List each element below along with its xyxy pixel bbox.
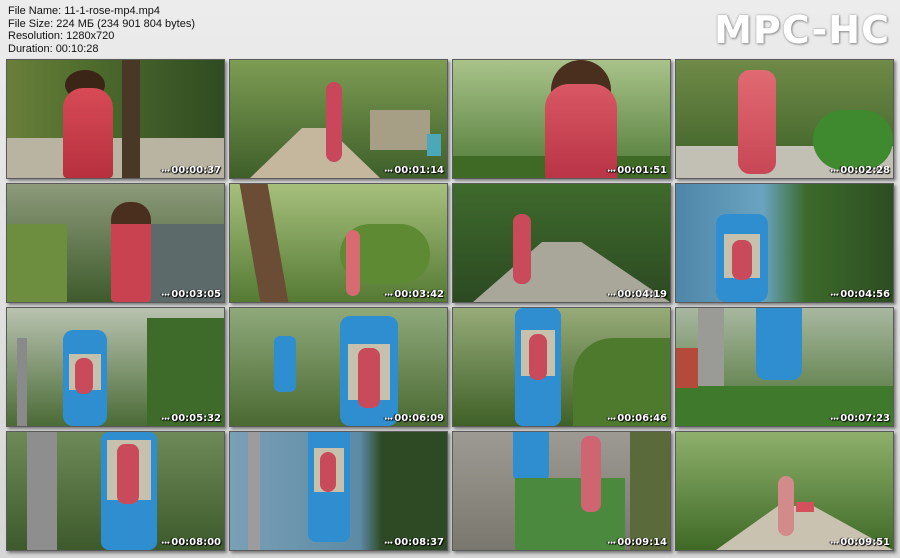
thumbnail[interactable]: 00:07:23 bbox=[675, 307, 894, 427]
file-size: File Size: 224 МБ (234 901 804 bytes) bbox=[8, 17, 195, 30]
video-frame bbox=[676, 308, 893, 426]
duration: Duration: 00:10:28 bbox=[8, 42, 99, 55]
timestamp: 00:00:37 bbox=[161, 165, 221, 176]
thumbnail[interactable]: 00:09:14 bbox=[452, 431, 671, 551]
timestamp: 00:01:51 bbox=[607, 165, 667, 176]
video-frame bbox=[7, 184, 224, 302]
thumbnail[interactable]: 00:09:51 bbox=[675, 431, 894, 551]
thumbnail[interactable]: 00:05:32 bbox=[6, 307, 225, 427]
mpc-hc-logo: MPC-HC bbox=[714, 8, 890, 52]
video-frame bbox=[230, 308, 447, 426]
timestamp: 00:09:51 bbox=[830, 537, 890, 548]
video-frame bbox=[676, 184, 893, 302]
video-frame bbox=[7, 432, 224, 550]
file-info: File Name: 11-1-rose-mp4.mp4 File Size: … bbox=[8, 5, 195, 55]
timestamp: 00:07:23 bbox=[830, 413, 890, 424]
thumbnail[interactable]: 00:01:51 bbox=[452, 59, 671, 179]
thumbnail[interactable]: 00:04:56 bbox=[675, 183, 894, 303]
video-frame bbox=[453, 60, 670, 178]
video-frame bbox=[676, 432, 893, 550]
thumbnail[interactable]: 00:03:05 bbox=[6, 183, 225, 303]
video-frame bbox=[453, 308, 670, 426]
thumbnail[interactable]: 00:03:42 bbox=[229, 183, 448, 303]
timestamp: 00:04:19 bbox=[607, 289, 667, 300]
video-frame bbox=[453, 184, 670, 302]
video-frame bbox=[230, 60, 447, 178]
video-frame bbox=[230, 432, 447, 550]
timestamp: 00:08:37 bbox=[384, 537, 444, 548]
thumbnail[interactable]: 00:04:19 bbox=[452, 183, 671, 303]
timestamp: 00:06:46 bbox=[607, 413, 667, 424]
timestamp: 00:09:14 bbox=[607, 537, 667, 548]
timestamp: 00:03:05 bbox=[161, 289, 221, 300]
timestamp: 00:03:42 bbox=[384, 289, 444, 300]
timestamp: 00:05:32 bbox=[161, 413, 221, 424]
thumbnail[interactable]: 00:01:14 bbox=[229, 59, 448, 179]
video-frame bbox=[7, 60, 224, 178]
timestamp: 00:08:00 bbox=[161, 537, 221, 548]
timestamp: 00:04:56 bbox=[830, 289, 890, 300]
video-frame bbox=[7, 308, 224, 426]
timestamp: 00:01:14 bbox=[384, 165, 444, 176]
thumbnail[interactable]: 00:00:37 bbox=[6, 59, 225, 179]
thumbnail[interactable]: 00:08:00 bbox=[6, 431, 225, 551]
timestamp: 00:06:09 bbox=[384, 413, 444, 424]
resolution: Resolution: 1280x720 bbox=[8, 30, 115, 42]
video-frame bbox=[676, 60, 893, 178]
video-frame bbox=[230, 184, 447, 302]
thumbnail[interactable]: 00:08:37 bbox=[229, 431, 448, 551]
thumbnail[interactable]: 00:06:46 bbox=[452, 307, 671, 427]
thumbnail[interactable]: 00:02:28 bbox=[675, 59, 894, 179]
thumbnail[interactable]: 00:06:09 bbox=[229, 307, 448, 427]
file-name: File Name: 11-1-rose-mp4.mp4 bbox=[8, 5, 161, 17]
timestamp: 00:02:28 bbox=[830, 165, 890, 176]
video-frame bbox=[453, 432, 670, 550]
